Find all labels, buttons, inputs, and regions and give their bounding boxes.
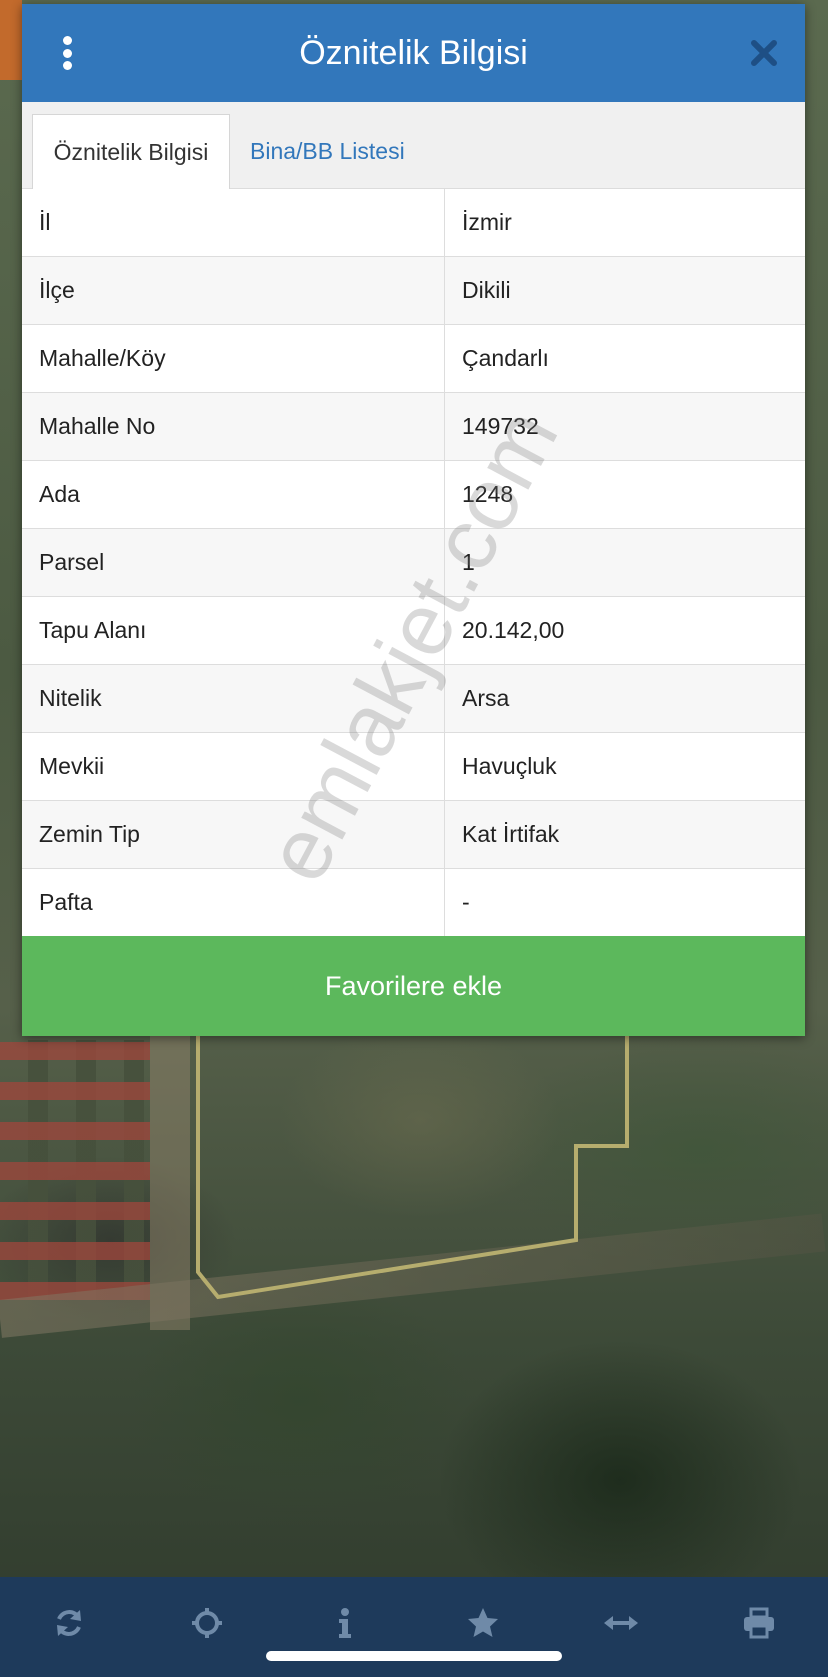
locate-icon[interactable] (187, 1603, 227, 1643)
attribute-info-modal: Öznitelik Bilgisi Öznitelik Bilgisi Bina… (22, 4, 805, 1036)
table-row: Mevkii Havuçluk (22, 733, 805, 801)
attribute-key: Mahalle/Köy (22, 325, 445, 392)
tab-attribute-info[interactable]: Öznitelik Bilgisi (32, 114, 230, 189)
modal-header: Öznitelik Bilgisi (22, 4, 805, 102)
star-icon[interactable] (463, 1603, 503, 1643)
home-indicator[interactable] (266, 1651, 562, 1661)
refresh-icon[interactable] (49, 1603, 89, 1643)
close-icon[interactable] (749, 38, 779, 68)
attribute-key: Zemin Tip (22, 801, 445, 868)
attribute-value: - (462, 889, 470, 915)
table-row: Ada 1248 (22, 461, 805, 529)
table-row: İlçe Dikili (22, 257, 805, 325)
table-row: İl İzmir (22, 189, 805, 257)
more-vertical-icon[interactable] (62, 36, 72, 70)
bottom-toolbar (0, 1577, 828, 1677)
info-icon[interactable] (325, 1603, 365, 1643)
attribute-key: Mevkii (22, 733, 445, 800)
table-row: Parsel 1 (22, 529, 805, 597)
attribute-value: 149732 (462, 413, 539, 439)
measure-icon[interactable] (601, 1603, 641, 1643)
attribute-value: Havuçluk (462, 753, 557, 779)
attribute-key: İlçe (22, 257, 445, 324)
table-row: Zemin Tip Kat İrtifak (22, 801, 805, 869)
attribute-value: Arsa (462, 685, 510, 711)
table-row: Pafta - (22, 869, 805, 937)
attribute-key: Nitelik (22, 665, 445, 732)
modal-title: Öznitelik Bilgisi (299, 33, 528, 72)
table-row: Nitelik Arsa (22, 665, 805, 733)
attribute-value: Çandarlı (462, 345, 549, 371)
attribute-value: Kat İrtifak (462, 821, 560, 847)
add-to-favorites-button[interactable]: Favorilere ekle (22, 936, 805, 1036)
table-row: Tapu Alanı 20.142,00 (22, 597, 805, 665)
attribute-value: 1 (462, 549, 475, 575)
tab-building-list[interactable]: Bina/BB Listesi (232, 114, 423, 189)
attribute-key: Ada (22, 461, 445, 528)
attribute-key: Pafta (22, 869, 445, 936)
table-row: Mahalle/Köy Çandarlı (22, 325, 805, 393)
tab-bar: Öznitelik Bilgisi Bina/BB Listesi (22, 102, 805, 189)
attribute-value: Dikili (462, 277, 511, 303)
attribute-table: İl İzmir İlçe Dikili Mahalle/Köy Çandarl… (22, 189, 805, 937)
attribute-key: Mahalle No (22, 393, 445, 460)
attribute-value: 20.142,00 (462, 617, 565, 643)
table-row: Mahalle No 149732 (22, 393, 805, 461)
print-icon[interactable] (739, 1603, 779, 1643)
attribute-key: Tapu Alanı (22, 597, 445, 664)
attribute-value: 1248 (462, 481, 514, 507)
attribute-key: Parsel (22, 529, 445, 596)
attribute-key: İl (22, 189, 445, 256)
attribute-value: İzmir (462, 209, 512, 235)
